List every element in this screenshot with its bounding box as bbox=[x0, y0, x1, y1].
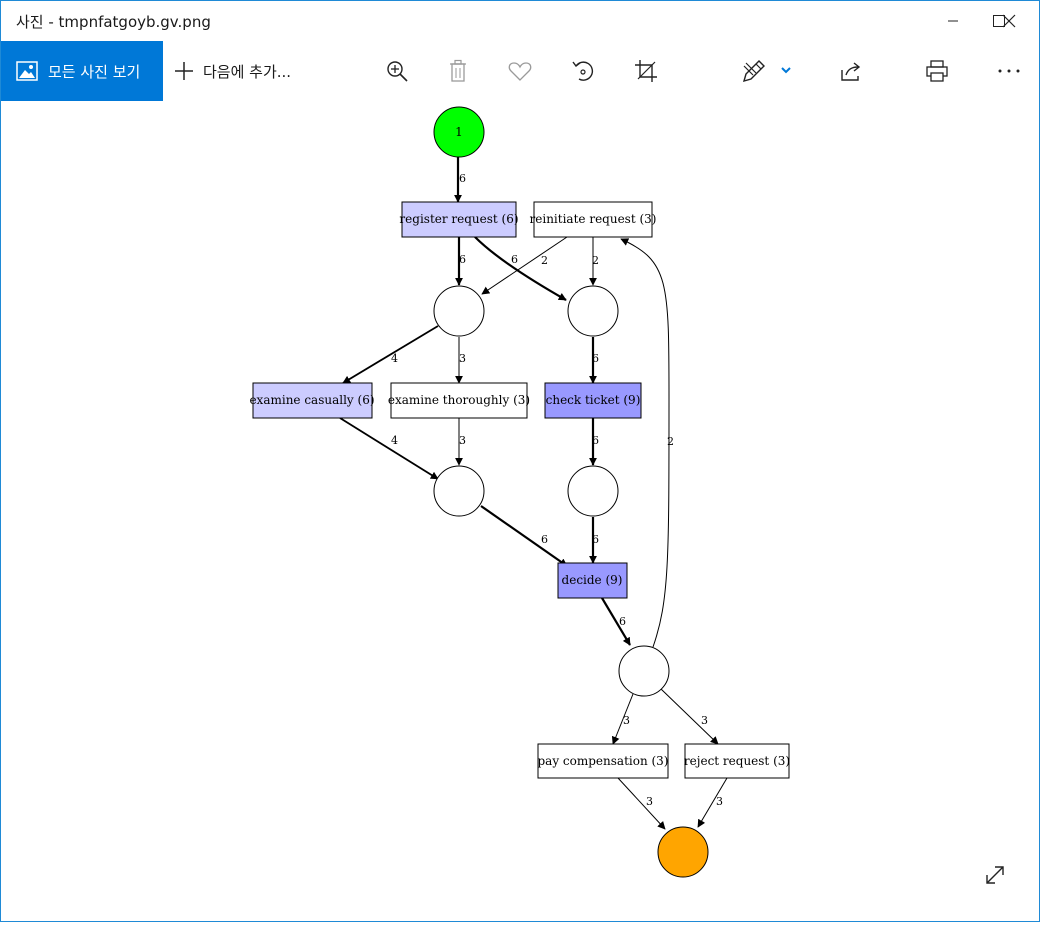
close-icon bbox=[1002, 14, 1016, 28]
edge-label: 3 bbox=[646, 795, 653, 808]
edge-label: 3 bbox=[716, 795, 723, 808]
end-place bbox=[657, 826, 709, 878]
edge-p5-reinitiate bbox=[620, 238, 670, 648]
close-button[interactable] bbox=[986, 1, 1032, 41]
activity-label: register request (6) bbox=[399, 212, 518, 226]
zoom-in-icon bbox=[387, 61, 408, 82]
crop-icon bbox=[635, 60, 657, 82]
edge-label: 2 bbox=[592, 254, 599, 267]
edge-p3-decide bbox=[480, 505, 568, 567]
edit-draw-icon bbox=[742, 60, 791, 83]
edge-label: 6 bbox=[511, 253, 518, 266]
edge-label: 2 bbox=[541, 254, 548, 267]
activity-label: pay compensation (3) bbox=[537, 754, 668, 768]
edge-label: 6 bbox=[592, 352, 599, 365]
edge-casually-p3 bbox=[339, 417, 439, 480]
window-title: 사진 - tmpnfatgoyb.gv.png bbox=[16, 13, 211, 31]
activity-label: reinitiate request (3) bbox=[530, 212, 657, 226]
edge-label: 6 bbox=[459, 253, 466, 266]
place bbox=[567, 465, 619, 517]
plus-icon bbox=[175, 62, 193, 80]
edge-label: 6 bbox=[459, 172, 466, 185]
add-to-button[interactable]: 다음에 추가... bbox=[173, 41, 291, 101]
edge-label: 4 bbox=[391, 352, 398, 365]
edge-label: 6 bbox=[592, 434, 599, 447]
activity-label: examine casually (6) bbox=[249, 393, 374, 407]
all-photos-button[interactable]: 모든 사진 보기 bbox=[1, 41, 163, 101]
activity-label: reject request (3) bbox=[684, 754, 790, 768]
photos-window: 사진 - tmpnfatgoyb.gv.png 모든 사진 보기 다음에 추가.… bbox=[0, 0, 1040, 922]
edge-p5-reject bbox=[660, 688, 719, 745]
more-button[interactable] bbox=[991, 53, 1027, 89]
command-bar: 모든 사진 보기 다음에 추가... bbox=[1, 41, 1039, 101]
edge-label: 6 bbox=[619, 615, 626, 628]
share-icon bbox=[841, 62, 861, 81]
photo-icon bbox=[16, 61, 38, 81]
title-bar: 사진 - tmpnfatgoyb.gv.png bbox=[1, 1, 1039, 41]
rotate-icon bbox=[572, 61, 594, 81]
rotate-button[interactable] bbox=[564, 53, 600, 89]
place bbox=[433, 285, 485, 337]
zoom-in-button[interactable] bbox=[379, 53, 415, 89]
favorite-icon bbox=[508, 62, 532, 81]
crop-button[interactable] bbox=[628, 53, 664, 89]
all-photos-label: 모든 사진 보기 bbox=[48, 62, 141, 81]
activity-label: examine thoroughly (3) bbox=[388, 393, 530, 407]
print-button[interactable] bbox=[919, 53, 955, 89]
edges bbox=[339, 155, 728, 830]
delete-icon bbox=[450, 59, 466, 82]
minimize-button[interactable] bbox=[930, 1, 976, 41]
edge-label: 2 bbox=[667, 435, 674, 448]
edge-label: 3 bbox=[701, 714, 708, 727]
favorite-button[interactable] bbox=[502, 53, 538, 89]
image-canvas: 6 6 6 2 2 4 3 6 4 3 6 6 6 6 2 3 3 3 3 1 … bbox=[1, 101, 1039, 921]
edge-pay-end bbox=[617, 777, 666, 830]
print-icon bbox=[926, 60, 948, 82]
petri-net-graph: 6 6 6 2 2 4 3 6 4 3 6 6 6 6 2 3 3 3 3 1 … bbox=[249, 106, 1009, 889]
delete-button[interactable] bbox=[440, 53, 476, 89]
share-button[interactable] bbox=[833, 53, 869, 89]
start-place-label: 1 bbox=[455, 125, 463, 139]
activity-label: check ticket (9) bbox=[546, 393, 641, 407]
edge-label: 3 bbox=[623, 714, 630, 727]
more-icon bbox=[998, 69, 1020, 73]
expand-icon[interactable] bbox=[981, 861, 1009, 889]
activity-label: decide (9) bbox=[562, 573, 623, 587]
activities: register request (6) reinitiate request … bbox=[249, 201, 790, 779]
place bbox=[433, 465, 485, 517]
edge-label: 3 bbox=[459, 352, 466, 365]
place bbox=[567, 285, 619, 337]
edit-draw-button[interactable] bbox=[739, 53, 797, 89]
add-to-label: 다음에 추가... bbox=[203, 62, 292, 81]
place bbox=[618, 645, 670, 697]
edge-reinitiate-p1 bbox=[481, 236, 568, 295]
edge-label: 4 bbox=[391, 434, 398, 447]
edge-label: 6 bbox=[541, 533, 548, 546]
edge-label: 6 bbox=[592, 533, 599, 546]
edge-label: 3 bbox=[459, 434, 466, 447]
minimize-icon bbox=[948, 20, 958, 22]
